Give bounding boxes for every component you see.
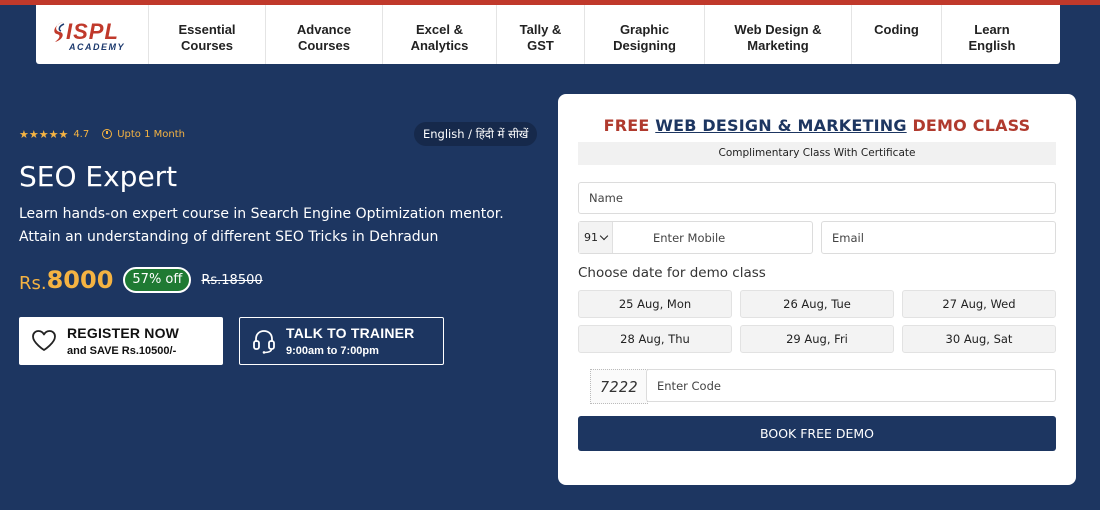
course-description: Learn hands-on expert course in Search E… bbox=[19, 206, 504, 245]
register-now-button[interactable]: REGISTER NOW and SAVE Rs.10500/- bbox=[19, 317, 223, 365]
nav-learn-english[interactable]: Learn English bbox=[941, 5, 1042, 64]
register-button-subtitle: and SAVE Rs.10500/- bbox=[67, 345, 177, 357]
nav-web-design-marketing[interactable]: Web Design & Marketing bbox=[704, 5, 851, 64]
logo-mark: ISPL ACADEMY bbox=[52, 15, 132, 55]
nav-coding[interactable]: Coding bbox=[851, 5, 941, 64]
nav-essential-courses[interactable]: Essential Courses bbox=[148, 5, 265, 64]
nav-tally-gst[interactable]: Tally & GST bbox=[496, 5, 584, 64]
trainer-button-title: TALK TO TRAINER bbox=[286, 325, 415, 341]
country-code-select[interactable]: 91 bbox=[579, 222, 613, 253]
date-option[interactable]: 26 Aug, Tue bbox=[740, 290, 894, 318]
discount-badge: 57% off bbox=[123, 267, 192, 293]
logo-brand-text: ISPL bbox=[66, 18, 119, 44]
rating-row: ★★★★★ 4.7 Upto 1 Month bbox=[19, 127, 185, 141]
demo-class-form-card: FREE WEB DESIGN & MARKETING DEMO CLASS C… bbox=[558, 94, 1076, 485]
form-title-prefix: FREE bbox=[603, 116, 656, 135]
trainer-button-text: TALK TO TRAINER 9:00am to 7:00pm bbox=[286, 325, 414, 357]
country-code-value: 91 bbox=[584, 231, 598, 244]
register-button-title: REGISTER NOW bbox=[67, 325, 180, 341]
nav-excel-analytics[interactable]: Excel & Analytics bbox=[382, 5, 496, 64]
email-placeholder: Email bbox=[832, 230, 864, 245]
certificate-banner: Complimentary Class With Certificate bbox=[578, 142, 1056, 165]
trainer-button-subtitle: 9:00am to 7:00pm bbox=[286, 345, 379, 357]
heart-icon bbox=[32, 330, 56, 351]
headset-icon bbox=[253, 330, 275, 354]
ispl-logo[interactable]: ISPL ACADEMY bbox=[36, 5, 148, 64]
chevron-down-icon bbox=[599, 231, 609, 241]
captcha-code-placeholder: Enter Code bbox=[657, 378, 721, 393]
date-option[interactable]: 30 Aug, Sat bbox=[902, 325, 1056, 353]
clock-icon bbox=[102, 129, 113, 139]
name-input[interactable]: Name bbox=[578, 182, 1056, 214]
choose-date-label: Choose date for demo class bbox=[578, 265, 766, 281]
nav-graphic-designing[interactable]: Graphic Designing bbox=[584, 5, 704, 64]
price-row: Rs. 8000 57% off Rs.18500 bbox=[19, 266, 263, 294]
talk-to-trainer-button[interactable]: TALK TO TRAINER 9:00am to 7:00pm bbox=[239, 317, 444, 365]
original-price: Rs.18500 bbox=[201, 272, 263, 288]
star-rating-icon: ★★★★★ bbox=[19, 127, 69, 141]
nav-advance-courses[interactable]: Advance Courses bbox=[265, 5, 382, 64]
main-navbar: ISPL ACADEMY Essential Courses Advance C… bbox=[36, 5, 1060, 64]
date-option[interactable]: 27 Aug, Wed bbox=[902, 290, 1056, 318]
mobile-input-group: 91 Enter Mobile bbox=[578, 221, 813, 254]
price-currency: Rs. bbox=[19, 272, 47, 294]
price-value: 8000 bbox=[46, 266, 114, 294]
register-button-text: REGISTER NOW and SAVE Rs.10500/- bbox=[67, 325, 179, 357]
logo-tagline-text: ACADEMY bbox=[69, 41, 126, 52]
rating-value: 4.7 bbox=[73, 128, 90, 140]
form-title-course-link[interactable]: WEB DESIGN & MARKETING bbox=[655, 116, 906, 135]
captcha-code-input[interactable]: Enter Code bbox=[646, 369, 1056, 402]
email-input[interactable]: Email bbox=[821, 221, 1056, 254]
name-placeholder: Name bbox=[589, 191, 623, 205]
book-free-demo-button[interactable]: BOOK FREE DEMO bbox=[578, 416, 1056, 451]
language-badge: English / हिंदी में सीखें bbox=[414, 122, 538, 146]
captcha-image: 7222 bbox=[590, 369, 648, 404]
date-option[interactable]: 29 Aug, Fri bbox=[740, 325, 894, 353]
date-option[interactable]: 25 Aug, Mon bbox=[578, 290, 732, 318]
course-duration: Upto 1 Month bbox=[117, 128, 185, 140]
course-title: SEO Expert bbox=[19, 160, 178, 193]
logo-swoosh-icon bbox=[54, 21, 65, 42]
date-option[interactable]: 28 Aug, Thu bbox=[578, 325, 732, 353]
mobile-input[interactable]: Enter Mobile bbox=[653, 231, 725, 245]
form-title: FREE WEB DESIGN & MARKETING DEMO CLASS bbox=[558, 116, 1076, 135]
form-title-suffix: DEMO CLASS bbox=[906, 116, 1031, 135]
